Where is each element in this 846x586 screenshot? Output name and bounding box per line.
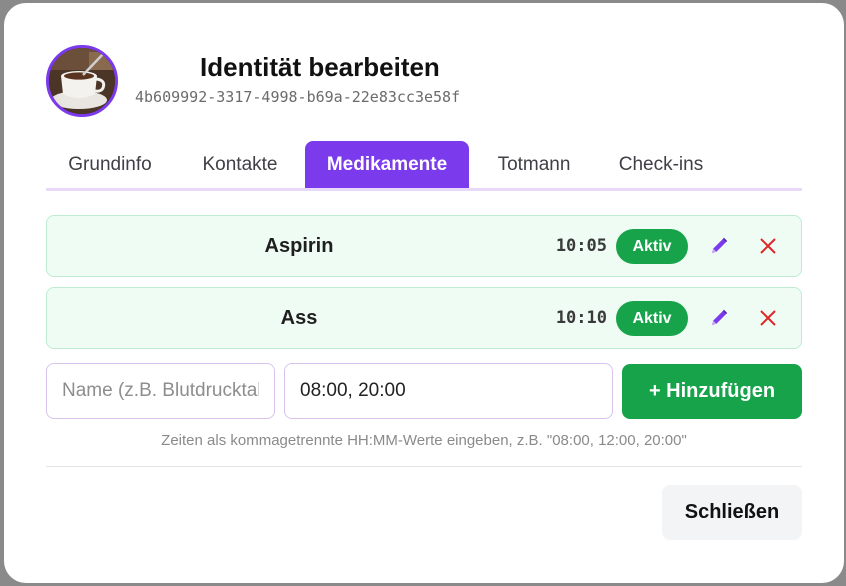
close-icon <box>760 238 776 254</box>
medication-name-input[interactable] <box>46 363 275 419</box>
times-format-hint: Zeiten als kommagetrennte HH:MM-Werte ei… <box>161 432 687 449</box>
edit-identity-dialog: Identität bearbeiten 4b609992-3317-4998-… <box>4 3 844 583</box>
coffee-cup-photo-icon <box>49 48 115 114</box>
status-badge: Aktiv <box>616 301 688 336</box>
pencil-icon <box>712 237 728 253</box>
medication-row: Ass 10:10 Aktiv <box>46 287 802 349</box>
footer-divider <box>46 466 802 467</box>
tab-grundinfo[interactable]: Grundinfo <box>46 141 174 188</box>
tab-bar: Grundinfo Kontakte Medikamente Totmann C… <box>46 141 802 191</box>
tab-medikamente[interactable]: Medikamente <box>305 141 469 188</box>
tab-totmann[interactable]: Totmann <box>476 141 592 188</box>
close-icon <box>760 310 776 326</box>
delete-medication-button[interactable] <box>756 306 780 330</box>
medication-name: Aspirin <box>264 235 334 257</box>
pencil-icon <box>712 309 728 325</box>
delete-medication-button[interactable] <box>756 234 780 258</box>
dialog-title: Identität bearbeiten <box>200 52 440 82</box>
edit-medication-button[interactable] <box>707 306 731 330</box>
add-medication-button[interactable]: + Hinzufügen <box>622 364 802 419</box>
medication-row: Aspirin 10:05 Aktiv <box>46 215 802 277</box>
tab-kontakte[interactable]: Kontakte <box>180 141 300 188</box>
identity-id: 4b609992-3317-4998-b69a-22e83cc3e58f <box>135 88 461 106</box>
medication-time: 10:10 <box>555 308 607 328</box>
medication-time: 10:05 <box>555 236 607 256</box>
medication-name: Ass <box>280 307 318 329</box>
avatar <box>46 45 118 117</box>
status-badge: Aktiv <box>616 229 688 264</box>
close-button[interactable]: Schließen <box>662 485 802 540</box>
edit-medication-button[interactable] <box>707 234 731 258</box>
medication-times-input[interactable] <box>284 363 613 419</box>
tab-check-ins[interactable]: Check-ins <box>601 141 721 188</box>
